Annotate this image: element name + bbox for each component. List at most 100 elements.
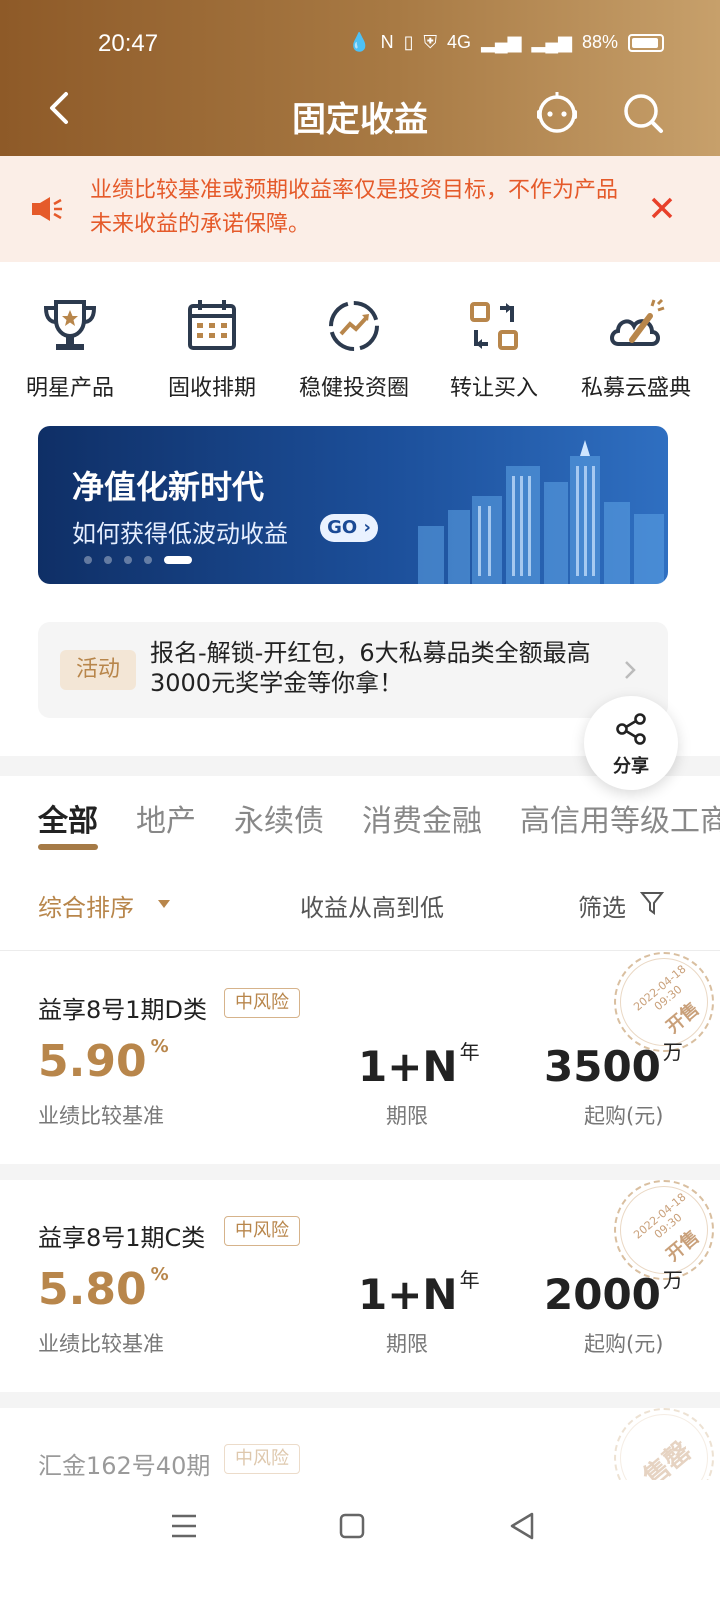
- activity-text: 报名-解锁-开红包，6大私募品类全额最高3000元奖学金等你拿！: [150, 639, 591, 697]
- share-button[interactable]: 分享: [584, 696, 678, 790]
- min-label: 起购(元): [584, 1104, 664, 1128]
- category-tabs: 全部 地产 永续债 消费金融 高信用等级工商: [0, 790, 720, 856]
- notice-text: 业绩比较基准或预期收益率仅是投资目标，不作为产品未来收益的承诺保障。: [90, 178, 619, 237]
- banner-pagination: [84, 556, 192, 564]
- menu-icon[interactable]: [164, 1506, 204, 1546]
- quick-entry-label: 明星产品: [25, 376, 114, 401]
- activity-tag: 活动: [60, 650, 136, 690]
- quick-entry-schedule[interactable]: 固收排期: [142, 290, 282, 402]
- promo-banner[interactable]: 净值化新时代 如何获得低波动收益 GO ›: [38, 426, 668, 584]
- tab-real-estate[interactable]: 地产: [136, 796, 196, 840]
- vibrate-icon: ▯: [403, 32, 414, 52]
- product-min-purchase: 2000 万: [544, 1264, 683, 1319]
- quick-entry-cloud-celebration[interactable]: 私募云盛典: [566, 290, 706, 402]
- battery-percent: 88%: [581, 32, 618, 52]
- nfc-icon: N: [380, 32, 394, 52]
- sort-primary-dropdown[interactable]: 综合排序: [38, 888, 134, 923]
- pagination-dot: [144, 556, 152, 564]
- min-unit: 万: [662, 1040, 683, 1064]
- status-bar: 20:47 💧 N ▯ ⛨ 4G ▂▄▆ ▂▄▆ 88%: [0, 28, 720, 64]
- risk-notice: 业绩比较基准或预期收益率仅是投资目标，不作为产品未来收益的承诺保障。: [0, 156, 720, 262]
- tab-all[interactable]: 全部: [38, 796, 98, 840]
- filter-icon[interactable]: [640, 890, 664, 916]
- caret-down-icon: [158, 900, 170, 908]
- quick-entry-label: 私募云盛典: [580, 376, 691, 401]
- product-term: 1+N 年: [358, 1264, 480, 1319]
- risk-badge: 中风险: [224, 1216, 300, 1246]
- min-unit: 万: [662, 1268, 683, 1292]
- tab-high-credit[interactable]: 高信用等级工商: [520, 796, 720, 840]
- rate-value: 5.90: [38, 1036, 147, 1087]
- sort-bar: 综合排序 收益从高到低 筛选: [0, 878, 720, 930]
- cloud-celebration-icon: [610, 298, 665, 346]
- quick-entry-star-products[interactable]: 明星产品: [0, 290, 140, 402]
- banner-title: 净值化新时代: [72, 468, 265, 506]
- term-label: 期限: [386, 1104, 428, 1128]
- quick-entry-transfer[interactable]: 转让买入: [424, 290, 564, 402]
- share-label: 分享: [613, 756, 649, 777]
- close-icon[interactable]: [646, 192, 678, 224]
- signal-icon-2: ▂▄▆: [531, 32, 572, 52]
- robot-icon[interactable]: [534, 90, 580, 136]
- trend-circle-icon: [329, 301, 379, 351]
- term-label: 期限: [386, 1332, 428, 1356]
- speaker-icon: [32, 197, 62, 221]
- product-card[interactable]: 2022-04-18 09:30 开售 益享8号1期C类 中风险 5.80% 业…: [0, 1180, 720, 1392]
- banner-subtitle: 如何获得低波动收益: [72, 520, 288, 548]
- city-skyline-image: [418, 440, 664, 584]
- back-triangle-icon[interactable]: [502, 1506, 542, 1546]
- min-value: 2000: [544, 1270, 661, 1319]
- min-label: 起购(元): [584, 1332, 664, 1356]
- risk-badge: 中风险: [224, 1444, 300, 1474]
- pagination-dot: [104, 556, 112, 564]
- card-divider: [0, 1164, 720, 1180]
- system-nav-bar: [0, 1480, 720, 1600]
- risk-badge: 中风险: [224, 988, 300, 1018]
- tab-perpetual-bond[interactable]: 永续债: [234, 796, 324, 840]
- tab-consumer-finance[interactable]: 消费金融: [362, 796, 482, 840]
- product-rate: 5.80%: [38, 1264, 169, 1315]
- nav-bar: 固定收益: [0, 78, 720, 148]
- product-term: 1+N 年: [358, 1036, 480, 1091]
- rate-unit: %: [150, 1036, 169, 1057]
- min-value: 3500: [544, 1042, 661, 1091]
- term-unit: 年: [459, 1268, 480, 1292]
- calendar-icon: [188, 300, 236, 350]
- product-card[interactable]: 2022-04-18 09:30 开售 益享8号1期D类 中风险 5.90% 业…: [0, 952, 720, 1164]
- product-card[interactable]: 售罄 汇金162号40期 中风险: [0, 1408, 720, 1480]
- quick-entry-investment-circle[interactable]: 稳健投资圈: [284, 290, 424, 402]
- quick-entry-label: 稳健投资圈: [298, 376, 409, 401]
- status-icons: 💧 N ▯ ⛨ 4G ▂▄▆ ▂▄▆ 88%: [348, 32, 664, 53]
- signal-icon: ▂▄▆: [481, 32, 522, 52]
- rate-label: 业绩比较基准: [38, 1332, 164, 1356]
- quick-entry-bar: 明星产品 固收排期 稳健投资圈 转让买入 私募云盛典: [0, 290, 720, 402]
- filter-button[interactable]: 筛选: [578, 888, 626, 923]
- active-tab-indicator: [38, 844, 98, 850]
- term-unit: 年: [459, 1040, 480, 1064]
- product-name: 益享8号1期C类: [38, 1224, 206, 1252]
- rate-label: 业绩比较基准: [38, 1104, 164, 1128]
- shield-icon: ⛨: [423, 32, 438, 52]
- search-icon[interactable]: [620, 90, 666, 136]
- term-value: 1+N: [358, 1270, 458, 1319]
- status-time: 20:47: [98, 30, 159, 57]
- sold-out-stamp: 售罄: [614, 1408, 720, 1480]
- rate-value: 5.80: [38, 1264, 147, 1315]
- chevron-right-icon: [625, 661, 636, 679]
- share-icon: [616, 713, 646, 745]
- trophy-icon: [43, 300, 97, 350]
- product-min-purchase: 3500 万: [544, 1036, 683, 1091]
- app-header: 20:47 💧 N ▯ ⛨ 4G ▂▄▆ ▂▄▆ 88% 固定收益: [0, 0, 720, 156]
- home-icon[interactable]: [332, 1506, 372, 1546]
- network-label: 4G: [447, 32, 472, 52]
- rate-unit: %: [150, 1264, 169, 1285]
- card-divider: [0, 1392, 720, 1408]
- quick-entry-label: 转让买入: [449, 376, 538, 401]
- activity-banner[interactable]: 活动 报名-解锁-开红包，6大私募品类全额最高3000元奖学金等你拿！: [38, 622, 668, 718]
- battery-icon: [628, 33, 664, 52]
- sort-by-return-button[interactable]: 收益从高到低: [300, 888, 444, 923]
- product-name: 汇金162号40期: [38, 1452, 211, 1480]
- banner-go-button[interactable]: GO ›: [320, 514, 378, 542]
- term-value: 1+N: [358, 1042, 458, 1091]
- pagination-dot: [84, 556, 92, 564]
